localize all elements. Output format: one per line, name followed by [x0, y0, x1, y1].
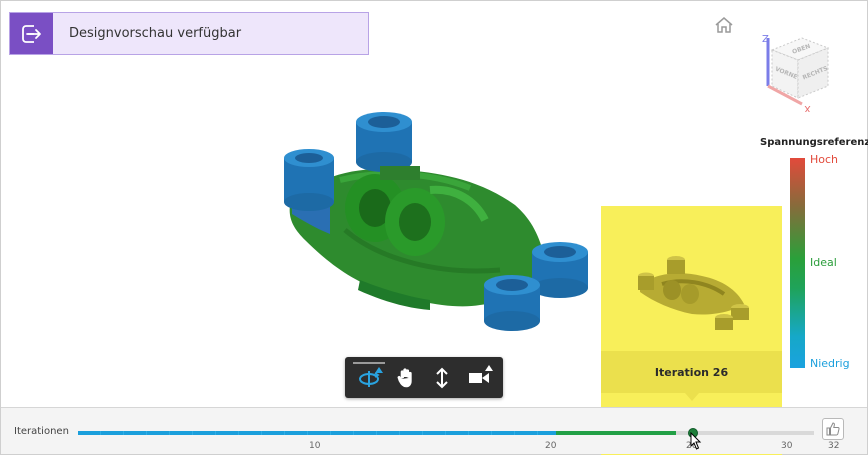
iteration-label: Iteration 26: [601, 351, 782, 393]
slider-fill-blue: [78, 431, 556, 435]
tick-20: 20: [545, 441, 557, 451]
slider-fill-green: [556, 431, 676, 435]
tick-32: 32: [828, 441, 840, 451]
thumbs-up-icon: [826, 422, 840, 436]
home-icon[interactable]: [714, 16, 734, 34]
hand-icon: [397, 367, 412, 387]
banner-text: Designvorschau verfügbar: [69, 26, 242, 41]
pan-tool-button[interactable]: [390, 362, 422, 394]
view-cube[interactable]: Z X OBEN VORNE RECHTS: [758, 30, 838, 116]
iteration-slider-track[interactable]: [78, 431, 814, 435]
dropdown-triangle-icon[interactable]: [484, 364, 493, 371]
legend-ideal: Ideal: [810, 256, 837, 269]
zoom-tool-button[interactable]: [426, 362, 458, 394]
design-model-3d[interactable]: [270, 110, 600, 342]
cylinder-left: [284, 149, 334, 211]
timeline-label: Iterationen: [14, 426, 69, 437]
mouse-cursor-icon: [690, 431, 702, 450]
zoom-arrows-icon: [436, 367, 448, 388]
tick-30: 30: [781, 441, 793, 451]
thumbs-up-button[interactable]: [822, 418, 844, 440]
axis-z-label: Z: [762, 34, 769, 45]
export-arrow-icon: [10, 13, 53, 54]
axis-x-label: X: [804, 105, 811, 112]
stress-color-bar: [790, 158, 805, 368]
camera-icon: [468, 372, 489, 383]
legend-low: Niedrig: [810, 357, 850, 370]
cylinder-top: [356, 112, 412, 172]
camera-tool-button[interactable]: [463, 362, 495, 394]
legend-high: Hoch: [810, 153, 839, 166]
orbit-tool-button[interactable]: [353, 361, 386, 394]
legend-title: Spannungsreferenz: [760, 137, 868, 148]
cylinder-right: [532, 242, 588, 298]
design-preview-banner[interactable]: Designvorschau verfügbar: [9, 12, 369, 55]
viewport-toolbar: [345, 357, 503, 398]
tick-10: 10: [309, 441, 321, 451]
dropdown-triangle-icon[interactable]: [375, 366, 384, 373]
iteration-thumbnail[interactable]: [632, 246, 754, 336]
cylinder-bottom: [484, 275, 540, 331]
tooltip-pointer: [685, 393, 699, 401]
